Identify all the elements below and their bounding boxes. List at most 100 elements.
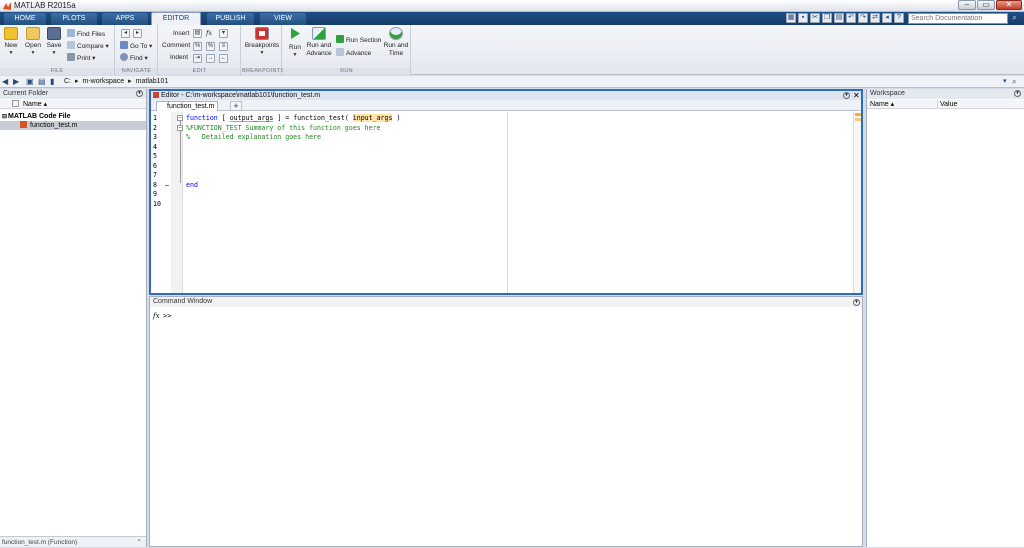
paste-icon[interactable]: ▤ [834,13,844,23]
magnifier-icon [120,53,128,61]
forward-icon[interactable]: ▶ [13,77,19,87]
find-files-icon [67,29,75,37]
comment-button[interactable]: Comment [162,41,190,51]
chevron-down-icon: ▼ [8,50,14,56]
find-button[interactable]: Find ▾ [120,53,148,63]
panel-title: Current Folder [0,89,146,99]
save-quick-icon[interactable]: ▪ [798,13,808,23]
comment-icon[interactable]: % [193,42,202,51]
run-and-advance-button[interactable]: Run and Advance [306,27,332,58]
run-button[interactable]: Run ▼ [285,27,305,58]
compare-button[interactable]: Compare ▾ [67,41,109,51]
list-item[interactable]: function_test.m [0,121,146,130]
open-button[interactable]: Open ▼ [23,27,43,56]
editor-tabs: function_test.m + [151,100,861,111]
copy-icon[interactable]: ❐ [822,13,832,23]
browse-folder-icon[interactable]: ▤ [38,77,46,87]
decrease-indent-icon[interactable]: ← [219,54,228,63]
print-button[interactable]: Print ▾ [67,53,95,63]
advance-button[interactable]: Advance [336,48,371,58]
panel-actions-icon[interactable]: ▾ [136,90,143,97]
breadcrumb-item[interactable]: m-workspace [83,77,125,87]
fx-insert-function-button[interactable]: fx [206,28,212,38]
up-folder-icon[interactable]: ▣ [26,77,34,87]
back-icon[interactable]: ◀ [2,77,8,87]
insert-menu-icon[interactable]: ▾ [219,29,228,38]
column-header-name[interactable]: Name ▴ [870,100,894,109]
search-icon[interactable]: ⌕ [1009,13,1020,24]
wrap-comments-icon[interactable]: ≡ [219,42,228,51]
uncomment-icon[interactable]: % [206,42,215,51]
chevron-down-icon: ▼ [259,50,265,56]
maximize-icon[interactable]: ▭ [977,0,995,10]
tab-plots[interactable]: PLOTS [51,13,97,25]
cut-icon[interactable]: ✂ [810,13,820,23]
new-plus-icon [4,27,18,40]
column-header-name[interactable]: Name ▴ [0,100,146,109]
matlab-logo-icon [3,2,11,10]
editor-icon [153,92,159,98]
tab-home[interactable]: HOME [4,13,46,25]
tab-function-test[interactable]: function_test.m [156,101,218,111]
panel-actions-icon[interactable]: ▾ [853,299,860,306]
go-to-button[interactable]: Go To ▾ [120,41,152,51]
insert-section-icon[interactable]: ▤ [193,29,202,38]
search-documentation-input[interactable]: Search Documentation [908,13,1008,24]
new-tab-plus-icon[interactable]: + [230,101,242,111]
column-divider[interactable] [937,100,938,109]
forward-arrow-icon[interactable]: ▸ [133,29,142,38]
run-section-icon [336,35,344,43]
list-group-header[interactable]: ⊟MATLAB Code File [0,112,146,121]
increase-indent-icon[interactable]: → [206,54,215,63]
fold-toggle-icon[interactable]: – [177,125,183,131]
panel-actions-icon[interactable]: ▾ [1014,90,1021,97]
edit-group-label: EDIT [159,68,240,75]
back-icon[interactable]: ◂ [882,13,892,23]
tab-publish[interactable]: PUBLISH [207,13,254,25]
warning-marker[interactable] [855,118,861,121]
layout-icon[interactable]: ▦ [786,13,796,23]
navigate-group-label: NAVIGATE [116,68,157,75]
address-dropdown-icon[interactable]: ▾ [1003,77,1007,87]
code-area[interactable]: 1 2 3 4 5 6 7 8 9 10 – – – function [ ou… [151,112,861,293]
tab-apps[interactable]: APPS [102,13,148,25]
back-arrow-icon[interactable]: ◂ [121,29,130,38]
redo-icon[interactable]: ↷ [858,13,868,23]
editor-scrollbar[interactable] [853,112,861,293]
breadcrumb-item[interactable]: C: [64,77,71,87]
close-icon[interactable]: ✕ [853,91,860,100]
search-icon[interactable]: ⌕ [1012,77,1016,87]
smart-indent-icon[interactable]: ⇥ [193,54,202,63]
indent-button[interactable]: Indent [170,53,188,63]
breakpoints-button[interactable]: Breakpoints ▼ [244,27,280,56]
breadcrumb-item[interactable]: matlab101 [136,77,169,87]
chevron-up-icon[interactable]: ⌃ [137,537,142,548]
tab-view[interactable]: VIEW [260,13,306,25]
minimize-icon[interactable]: – [958,0,976,10]
function-browser-icon[interactable]: fx [153,312,160,320]
close-icon[interactable]: ✕ [996,0,1022,10]
address-bar: ◀ ▶ ▣ ▤ ▮ C: ▸ m-workspace ▸ matlab101 ▾… [0,76,1024,88]
new-button[interactable]: New ▼ [2,27,20,56]
find-files-button[interactable]: Find Files [67,29,105,39]
run-and-time-button[interactable]: Run and Time [383,27,409,58]
command-prompt[interactable]: >> [163,312,171,320]
panel-actions-icon[interactable]: ▾ [843,92,850,99]
matlab-window: MATLAB R2015a – ▭ ✕ HOME PLOTS APPS EDIT… [0,0,1024,547]
go-to-icon [120,41,128,49]
run-section-button[interactable]: Run Section [336,35,381,45]
file-group: New ▼ Open ▼ Save ▼ Find Files Compare ▾… [0,25,115,75]
advance-icon [336,48,344,56]
printer-icon [67,53,75,61]
help-icon[interactable]: ? [894,13,904,23]
switch-windows-icon[interactable]: ⇄ [870,13,880,23]
save-button[interactable]: Save ▼ [45,27,63,56]
window-controls: – ▭ ✕ [958,0,1022,11]
warning-marker[interactable] [855,113,861,116]
edit-group: Insert ▤ fx ▾ Comment % % ≡ Indent ⇥ → ←… [159,25,241,75]
column-header-value[interactable]: Value [940,100,957,109]
tab-editor[interactable]: EDITOR [151,12,201,25]
insert-button[interactable]: Insert [173,29,189,39]
undo-icon[interactable]: ↶ [846,13,856,23]
folder-icon[interactable]: ▮ [50,77,54,87]
